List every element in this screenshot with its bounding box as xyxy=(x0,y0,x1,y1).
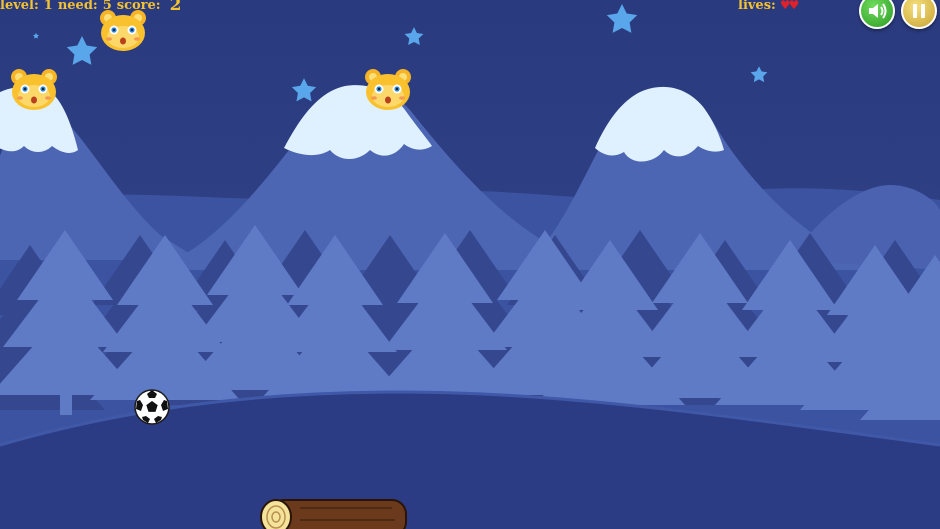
hud-stats: level: 1 need: 5 score: 2 xyxy=(0,0,186,16)
pause-button[interactable] xyxy=(901,0,937,29)
need-value: 5 xyxy=(102,0,112,13)
level-label: level: xyxy=(0,0,39,13)
bear-icon xyxy=(365,69,411,110)
bear-icon xyxy=(100,10,146,51)
hud-lives: lives: ♥ ♥ xyxy=(738,0,800,16)
level-value: 1 xyxy=(43,0,53,13)
bear-icon xyxy=(11,69,57,110)
lives-label: lives: xyxy=(738,0,776,13)
speaker-icon xyxy=(869,3,887,19)
need-label: need: xyxy=(57,0,98,13)
sound-button[interactable] xyxy=(859,0,895,29)
score-label: score: xyxy=(116,0,161,13)
game-scene xyxy=(0,0,940,529)
heart-icon: ♥ xyxy=(788,0,800,12)
soccer-ball-icon xyxy=(134,389,170,425)
pause-icon xyxy=(913,4,925,18)
lives-hearts: ♥ ♥ xyxy=(780,0,800,12)
score-value: 2 xyxy=(169,0,182,15)
log-paddle[interactable] xyxy=(260,499,407,529)
